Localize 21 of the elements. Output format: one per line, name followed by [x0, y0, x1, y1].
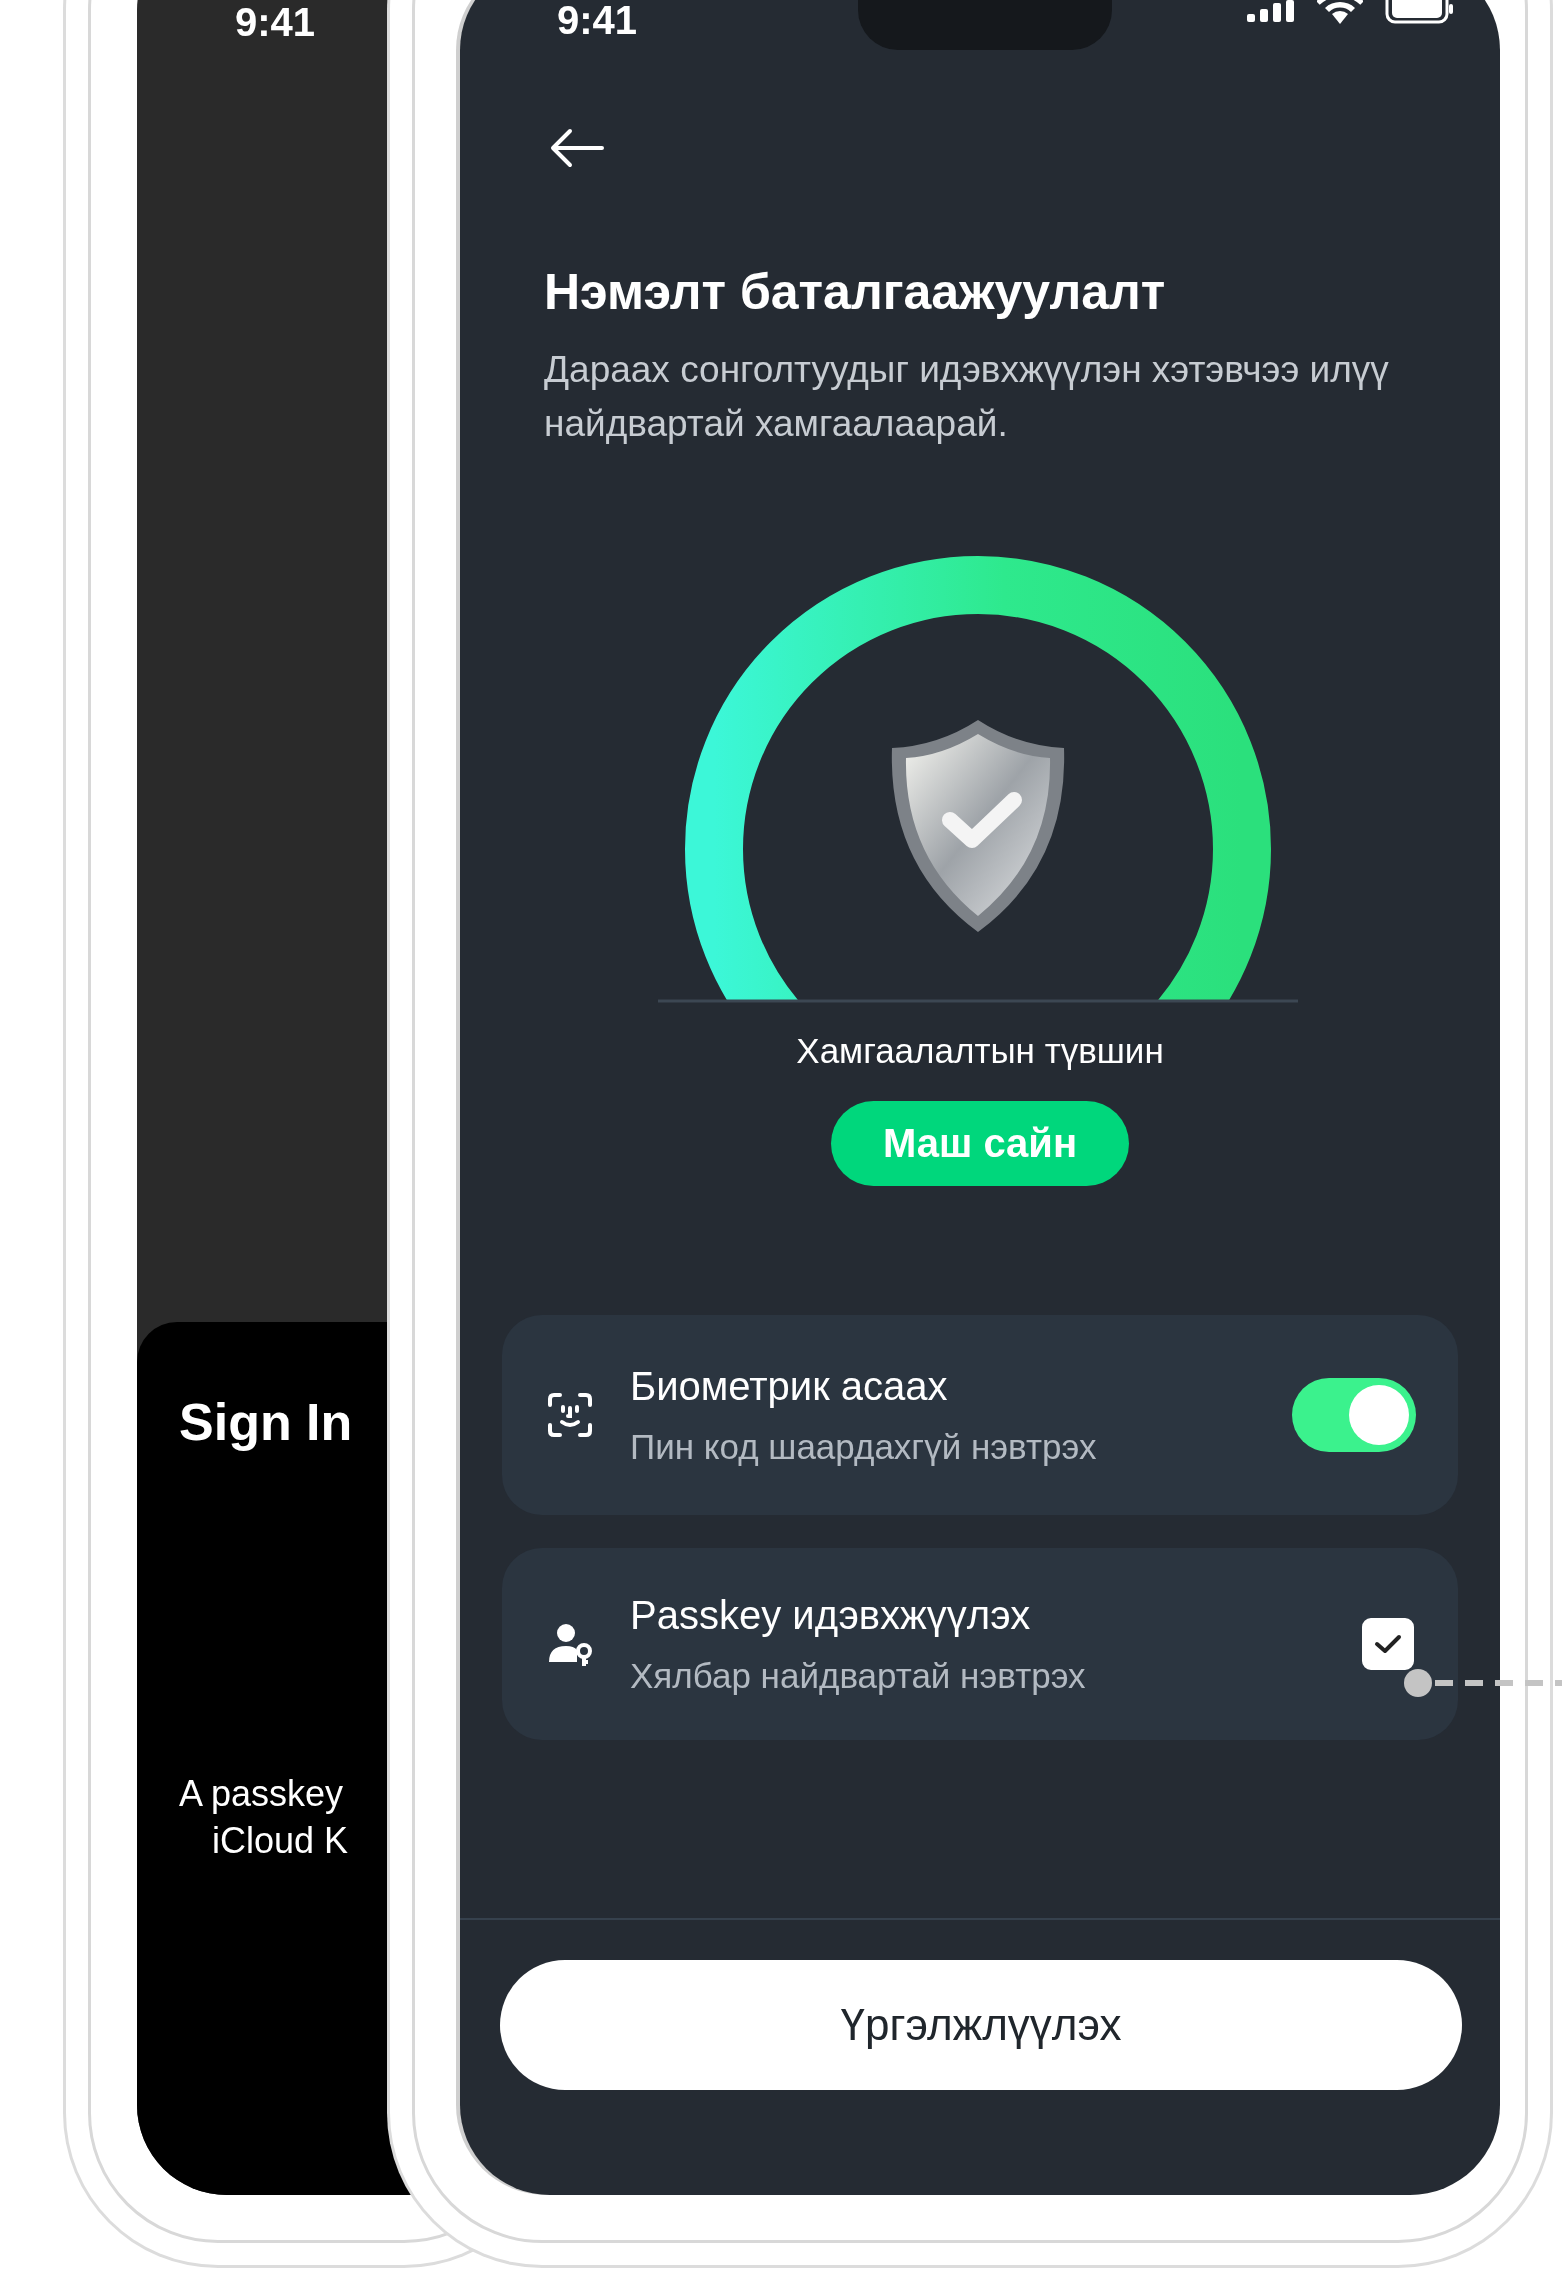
status-time: 9:41: [557, 0, 638, 40]
option-title: Passkey идэвхжүүлэх: [630, 1592, 1032, 1638]
gauge-label: Хамгаалалтын түвшин: [796, 1031, 1164, 1071]
option-subtitle: Хялбар найдвартай нэвтрэх: [630, 1655, 1087, 1696]
option-title: Биометрик асаах: [630, 1363, 949, 1409]
check-icon: [1373, 1632, 1403, 1656]
screen-subtitle: Дараах сонголтуудыг идэвхжүүлэн хэтэвчээ илүү найдвартай хамгаалаарай.: [544, 348, 1390, 446]
face-scan-icon: [546, 1391, 594, 1439]
wifi-icon: [1317, 0, 1363, 24]
sheet-text: A passkey: [179, 1772, 344, 1816]
screen-title: Нэмэлт баталгаажуулалт: [544, 263, 1167, 321]
continue-button[interactable]: Үргэлжлүүлэх: [500, 1960, 1462, 2090]
checkbox[interactable]: [1362, 1618, 1414, 1670]
option-subtitle: Пин код шаардахгүй нэвтрэх: [630, 1426, 1098, 1467]
level-badge: Маш сайн: [830, 1101, 1130, 1186]
signal-icon: [1247, 0, 1295, 22]
status-time: 9:41: [235, 2, 316, 42]
battery-icon: [1385, 0, 1455, 24]
back-arrow-icon[interactable]: [550, 128, 604, 168]
sheet-text: iCloud K: [212, 1819, 349, 1863]
sheet-title: Sign In: [179, 1392, 354, 1452]
